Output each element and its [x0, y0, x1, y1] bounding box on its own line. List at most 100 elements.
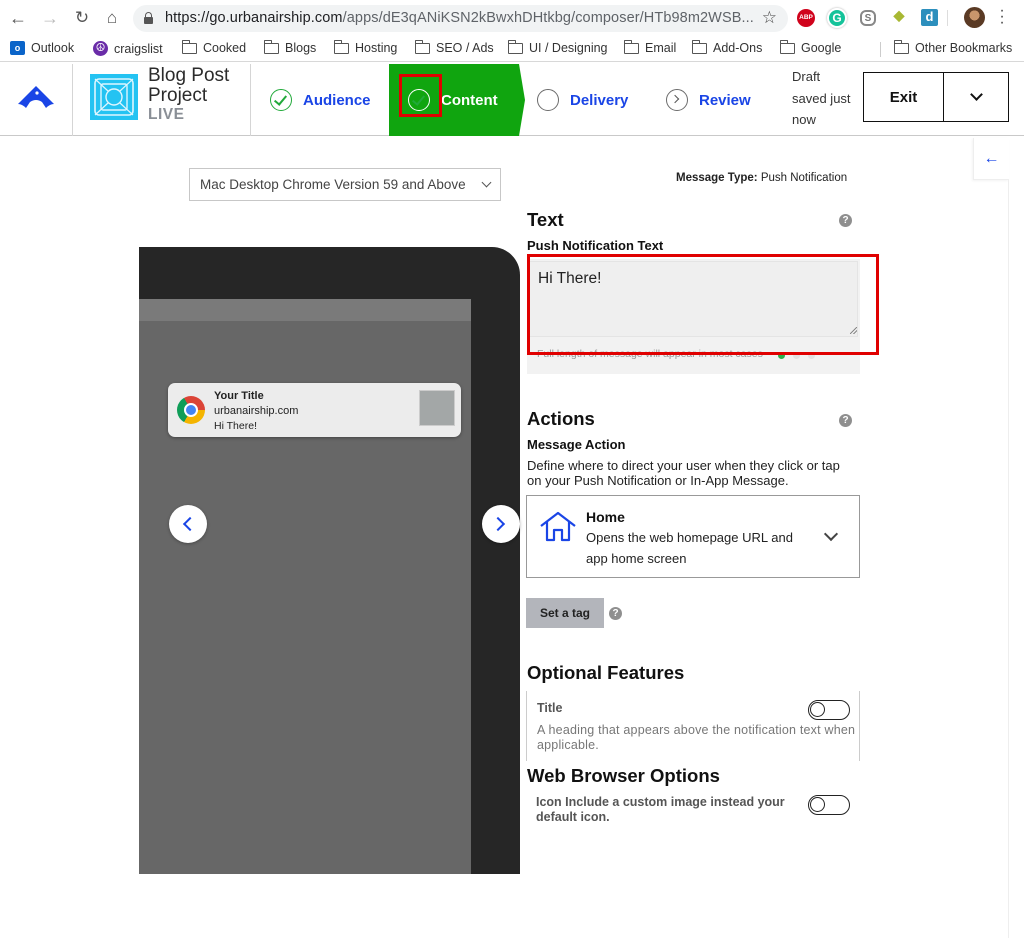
lock-icon	[144, 12, 153, 24]
bookmark-email[interactable]: Email	[623, 39, 677, 55]
chevron-down-icon	[481, 177, 492, 188]
step-label: Audience	[303, 91, 371, 109]
bookmark-seo-ads[interactable]: SEO / Ads	[414, 39, 494, 55]
reload-button[interactable]: ↻	[72, 8, 92, 28]
help-icon[interactable]: ?	[839, 414, 852, 427]
adblock-extension-icon[interactable]: ABP	[797, 9, 815, 27]
help-icon[interactable]: ?	[609, 607, 622, 620]
profile-avatar[interactable]	[964, 7, 985, 28]
step-review[interactable]: Review	[666, 64, 751, 136]
project-title: Blog Post Project	[148, 66, 229, 106]
browser-menu-icon[interactable]: · · ·	[999, 3, 1005, 31]
step-audience[interactable]: Audience	[270, 64, 371, 136]
bookmark-label: Outlook	[31, 41, 75, 55]
help-icon[interactable]: ?	[839, 214, 852, 227]
gem-extension-icon[interactable]: ◆	[893, 8, 905, 22]
bookmark-label: Add-Ons	[713, 41, 763, 55]
step-delivery[interactable]: Delivery	[537, 64, 628, 136]
device-preview-frame: Your Title urbanairship.com Hi There!	[139, 247, 520, 874]
bookmark-outlook[interactable]: o Outlook	[10, 41, 74, 55]
icon-toggle[interactable]	[808, 795, 850, 815]
exit-button[interactable]: Exit	[863, 72, 944, 122]
folder-icon	[691, 39, 707, 54]
exit-options-button[interactable]	[943, 72, 1009, 122]
title-option-label: Title	[537, 701, 563, 715]
web-browser-options-heading: Web Browser Options	[527, 765, 720, 786]
bookmark-hosting[interactable]: Hosting	[333, 39, 397, 55]
urban-airship-logo[interactable]	[16, 84, 56, 112]
notification-image-placeholder	[419, 390, 455, 426]
text-section-heading: Text	[527, 209, 564, 230]
skype-extension-icon[interactable]: S	[860, 10, 876, 26]
back-button[interactable]: ←	[8, 8, 28, 28]
title-toggle[interactable]	[808, 700, 850, 720]
device-select-value: Mac Desktop Chrome Version 59 and Above	[200, 177, 466, 192]
grammarly-extension-icon[interactable]: G	[827, 8, 847, 28]
message-action-select[interactable]: Home Opens the web homepage URL and app …	[526, 495, 860, 578]
icon-option-label: Icon Include a custom image instead your…	[536, 795, 785, 824]
action-description: Opens the web homepage URL and app home …	[586, 530, 793, 566]
step-label: Content	[441, 91, 498, 109]
bookmark-label: Google	[801, 41, 842, 55]
set-tag-button[interactable]: Set a tag	[526, 598, 604, 628]
url-path: /apps/dE3qANiKSN2kBwxhDHtkbg/composer/HT…	[342, 10, 754, 26]
bookmark-star-icon[interactable]: ☆	[762, 8, 777, 28]
draft-line: saved just	[792, 90, 851, 106]
title-option-description: A heading that appears above the notific…	[537, 723, 856, 752]
preview-next-button[interactable]	[482, 505, 520, 543]
draft-line: Draft	[792, 69, 821, 84]
device-select[interactable]: Mac Desktop Chrome Version 59 and Above	[189, 168, 501, 201]
draft-line: now	[792, 112, 816, 127]
composer-header: Blog Post Project LIVE Audience Content D…	[0, 64, 1024, 136]
arrow-left-icon: ←	[983, 150, 1000, 167]
forward-button[interactable]: →	[40, 8, 60, 28]
peace-icon: ☮	[93, 41, 108, 56]
preview-prev-button[interactable]	[169, 505, 207, 543]
bookmark-add-ons[interactable]: Add-Ons	[691, 39, 763, 55]
chevron-down-icon	[969, 88, 983, 101]
bookmark-ui-designing[interactable]: UI / Designing	[507, 39, 608, 55]
optional-features-heading: Optional Features	[527, 662, 685, 683]
bookmark-other[interactable]: Other Bookmarks	[893, 39, 1013, 55]
notification-preview: Your Title urbanairship.com Hi There!	[168, 383, 461, 437]
highlight-annotation	[399, 74, 442, 117]
bookmark-cooked[interactable]: Cooked	[181, 39, 246, 55]
bookmark-google[interactable]: Google	[779, 39, 842, 55]
bookmark-label: Email	[645, 41, 677, 55]
draft-status: Draft saved just now	[792, 66, 851, 131]
folder-icon	[779, 39, 795, 54]
bookmark-label: Other Bookmarks	[915, 41, 1013, 55]
chrome-icon	[177, 396, 205, 424]
chevron-left-icon	[182, 516, 198, 532]
header-divider	[72, 64, 73, 136]
browser-toolbar: ← → ↻ ⌂ https://go.urbanairship.com/apps…	[0, 0, 1024, 37]
notification-title: Your Title	[214, 390, 264, 402]
address-bar[interactable]: https://go.urbanairship.com/apps/dE3qANi…	[133, 5, 788, 32]
bookmark-label: UI / Designing	[529, 41, 608, 55]
bookmark-blogs[interactable]: Blogs	[263, 39, 317, 55]
project-title-line1: Blog Post	[148, 65, 230, 86]
project-icon	[90, 74, 138, 120]
folder-icon	[507, 39, 523, 54]
check-circle-icon	[270, 89, 292, 111]
bookmarks-divider	[880, 42, 881, 57]
folder-icon	[623, 39, 639, 54]
collapse-panel-button[interactable]: ←	[973, 138, 1009, 180]
screen-menu-bar	[139, 299, 471, 321]
d-extension-icon[interactable]: d	[921, 9, 938, 26]
empty-circle-icon	[537, 89, 559, 111]
home-button[interactable]: ⌂	[102, 8, 122, 28]
push-text-label: Push Notification Text	[527, 238, 664, 253]
message-type-label: Message Type:	[676, 172, 758, 184]
bookmark-label: Blogs	[285, 41, 317, 55]
side-panel-border	[1008, 180, 1009, 938]
bookmark-craigslist[interactable]: ☮ craigslist	[93, 41, 163, 56]
message-type-value: Push Notification	[760, 172, 848, 184]
folder-icon	[414, 39, 430, 54]
folder-icon	[263, 39, 279, 54]
url-text[interactable]: https://go.urbanairship.com/apps/dE3qANi…	[165, 10, 754, 26]
home-icon	[540, 511, 576, 542]
outlook-icon: o	[10, 41, 25, 55]
project-status: LIVE	[148, 106, 185, 123]
actions-section-heading: Actions	[527, 408, 595, 429]
